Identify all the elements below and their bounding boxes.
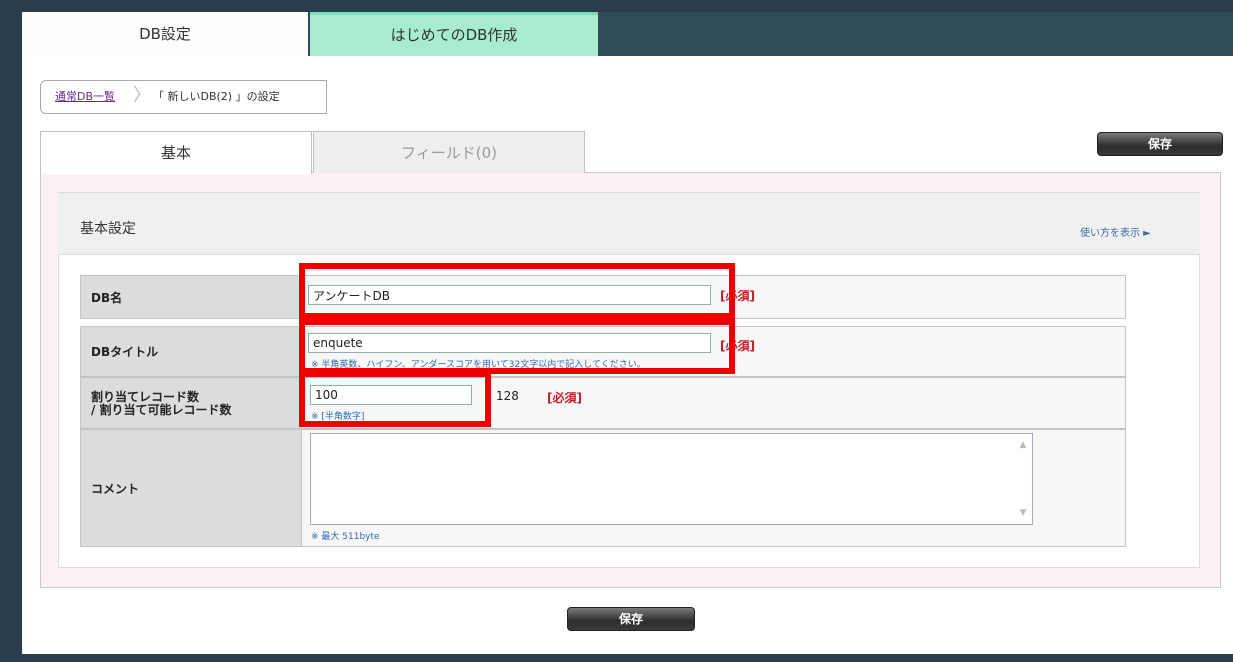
db-title-label: DBタイトル xyxy=(80,326,302,377)
db-title-required-badge: [必須] xyxy=(720,339,755,353)
breadcrumb-current: 「 新しいDB(2) 」の設定 xyxy=(153,90,280,103)
breadcrumb-separator-icon: 〉 xyxy=(133,85,151,106)
window-frame-top xyxy=(0,0,1233,12)
comment-note: ※ 最大 511byte xyxy=(311,532,380,542)
db-name-input[interactable] xyxy=(308,285,711,305)
db-title-note: ※ 半角英数、ハイフン、アンダースコアを用いて32文字以内で記入してください。 xyxy=(311,360,646,370)
tab-basic[interactable]: 基本 xyxy=(40,131,312,174)
comment-textarea[interactable]: ▲ ▼ xyxy=(310,433,1033,525)
record-count-note: ※ [半角数字] xyxy=(311,412,365,422)
show-usage-link[interactable]: 使い方を表示 ► xyxy=(1080,224,1151,239)
window-frame-left xyxy=(0,0,22,662)
scroll-up-icon[interactable]: ▲ xyxy=(1016,438,1030,452)
record-count-label: 割り当てレコード数 / 割り当て可能レコード数 xyxy=(80,377,302,429)
section-header xyxy=(58,193,1200,255)
db-name-required-badge: [必須] xyxy=(720,289,755,303)
record-count-max: 128 xyxy=(496,389,519,403)
record-count-required-badge: [必須] xyxy=(547,391,582,405)
section-title: 基本設定 xyxy=(80,221,136,237)
breadcrumb-link-db-list[interactable]: 通常DB一覧 xyxy=(55,81,115,113)
tab-db-settings[interactable]: DB設定 xyxy=(22,12,308,56)
db-name-label: DB名 xyxy=(80,275,302,319)
save-button-bottom[interactable]: 保存 xyxy=(567,607,695,631)
window-frame-bottom xyxy=(0,654,1233,662)
scroll-down-icon[interactable]: ▼ xyxy=(1016,506,1030,520)
record-count-input[interactable] xyxy=(310,385,472,405)
save-button-top[interactable]: 保存 xyxy=(1097,132,1223,156)
record-count-label-line2: / 割り当て可能レコード数 xyxy=(91,403,232,417)
top-navigation-bar: DB設定 はじめてのDB作成 xyxy=(22,12,1233,56)
tab-first-db-creation[interactable]: はじめてのDB作成 xyxy=(310,12,598,56)
breadcrumb: 通常DB一覧 〉 「 新しいDB(2) 」の設定 xyxy=(40,80,327,114)
comment-label: コメント xyxy=(80,429,302,547)
db-title-input[interactable] xyxy=(308,333,711,353)
tab-fields[interactable]: フィールド(0) xyxy=(313,131,585,173)
